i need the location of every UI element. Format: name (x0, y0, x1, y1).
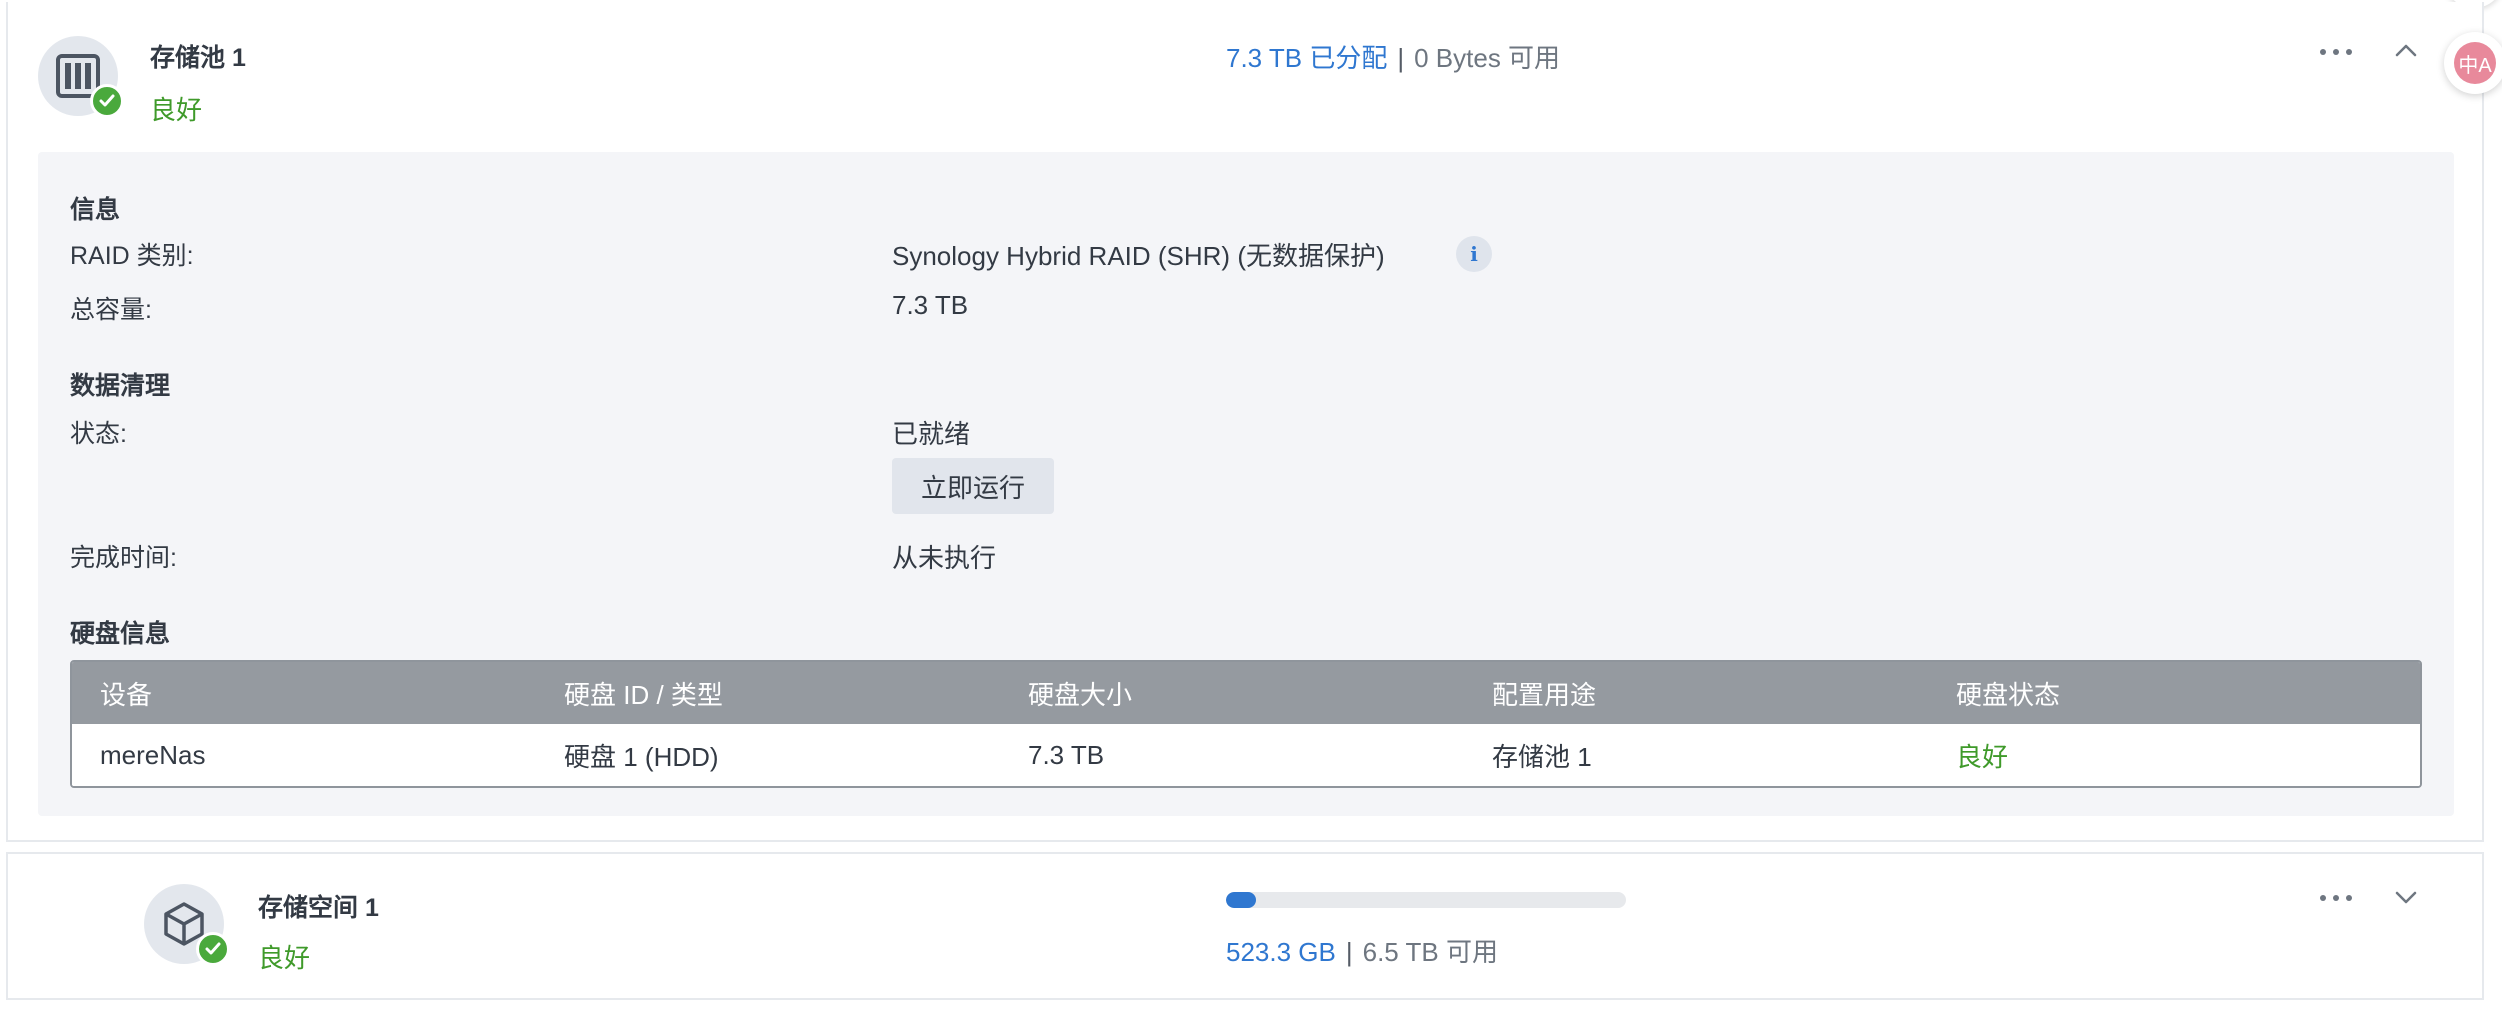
info-section-title: 信息 (70, 196, 121, 224)
cell-disk-size: 7.3 TB (1028, 739, 1105, 770)
more-options-button[interactable] (2312, 878, 2360, 918)
raid-info-button[interactable]: i (1456, 236, 1492, 272)
total-capacity-value: 7.3 TB (892, 290, 969, 320)
collapse-button[interactable] (2382, 30, 2430, 70)
more-icon (2320, 49, 2352, 55)
pool-status: 良好 (150, 95, 203, 125)
storage-pool-avatar (38, 36, 124, 118)
finished-time-label: 完成时间: (70, 544, 177, 572)
scrubbing-status-value: 已就绪 (892, 419, 971, 449)
chevron-up-icon (2395, 44, 2417, 57)
disk-info-section-title: 硬盘信息 (70, 620, 171, 648)
finished-time-value: 从未执行 (892, 543, 997, 573)
expand-button[interactable] (2382, 878, 2430, 918)
healthy-check-icon (90, 84, 124, 118)
pool-title: 存储池 1 (150, 44, 246, 72)
table-row[interactable]: mereNas 硬盘 1 (HDD) 7.3 TB 存储池 1 良好 (72, 724, 2420, 786)
cell-device: mereNas (100, 739, 206, 770)
column-header-disk-size[interactable]: 硬盘大小 (1028, 675, 1132, 712)
translate-icon: 中A (2454, 42, 2496, 84)
separator: | (1397, 43, 1405, 73)
volume-card[interactable]: 存储空间 1 良好 523.3 GB | 6.5 TB 可用 (6, 852, 2484, 1000)
raid-type-label: RAID 类别: (70, 242, 194, 270)
translate-button[interactable]: 中A (2444, 32, 2502, 94)
volume-used: 523.3 GB (1226, 937, 1336, 967)
volume-title: 存储空间 1 (258, 894, 379, 922)
pool-allocated: 7.3 TB 已分配 (1226, 43, 1388, 73)
disk-table-header: 设备 硬盘 ID / 类型 硬盘大小 配置用途 硬盘状态 (72, 662, 2420, 724)
storage-pool-card: 存储池 1 良好 7.3 TB 已分配 | 0 Bytes 可用 信息 RAID 类… (6, 2, 2484, 842)
info-icon: i (1470, 242, 1478, 266)
pool-available: 0 Bytes 可用 (1414, 43, 1561, 73)
column-header-disk-status[interactable]: 硬盘状态 (1956, 675, 2060, 712)
more-options-button[interactable] (2312, 32, 2360, 72)
pool-detail-panel: 信息 RAID 类别: Synology Hybrid RAID (SHR) (… (38, 152, 2454, 816)
cell-disk-id: 硬盘 1 (HDD) (564, 741, 719, 772)
column-header-disk-id[interactable]: 硬盘 ID / 类型 (564, 675, 723, 712)
volume-avatar (144, 884, 230, 966)
chevron-down-icon (2395, 891, 2417, 904)
pool-capacity-summary: 7.3 TB 已分配 | 0 Bytes 可用 (1226, 38, 1560, 75)
volume-usage-fill (1226, 892, 1256, 908)
volume-usage-bar (1226, 892, 1626, 908)
column-header-device[interactable]: 设备 (100, 675, 152, 712)
volume-status: 良好 (258, 943, 311, 973)
scrubbing-section-title: 数据清理 (70, 372, 171, 400)
raid-type-value: Synology Hybrid RAID (SHR) (无数据保护) (892, 241, 1385, 271)
column-header-usage[interactable]: 配置用途 (1492, 675, 1596, 712)
disk-table: 设备 硬盘 ID / 类型 硬盘大小 配置用途 硬盘状态 mereNas 硬盘 … (70, 660, 2422, 788)
run-now-button[interactable]: 立即运行 (892, 458, 1054, 514)
separator: | (1345, 937, 1353, 967)
more-icon (2320, 895, 2352, 901)
volume-capacity-summary: 523.3 GB | 6.5 TB 可用 (1226, 932, 1498, 969)
total-capacity-label: 总容量: (70, 296, 152, 324)
cell-usage: 存储池 1 (1492, 741, 1592, 772)
healthy-check-icon (196, 932, 230, 966)
volume-available: 6.5 TB 可用 (1362, 937, 1498, 967)
scrubbing-status-label: 状态: (70, 420, 127, 448)
cell-disk-status: 良好 (1956, 741, 2009, 772)
